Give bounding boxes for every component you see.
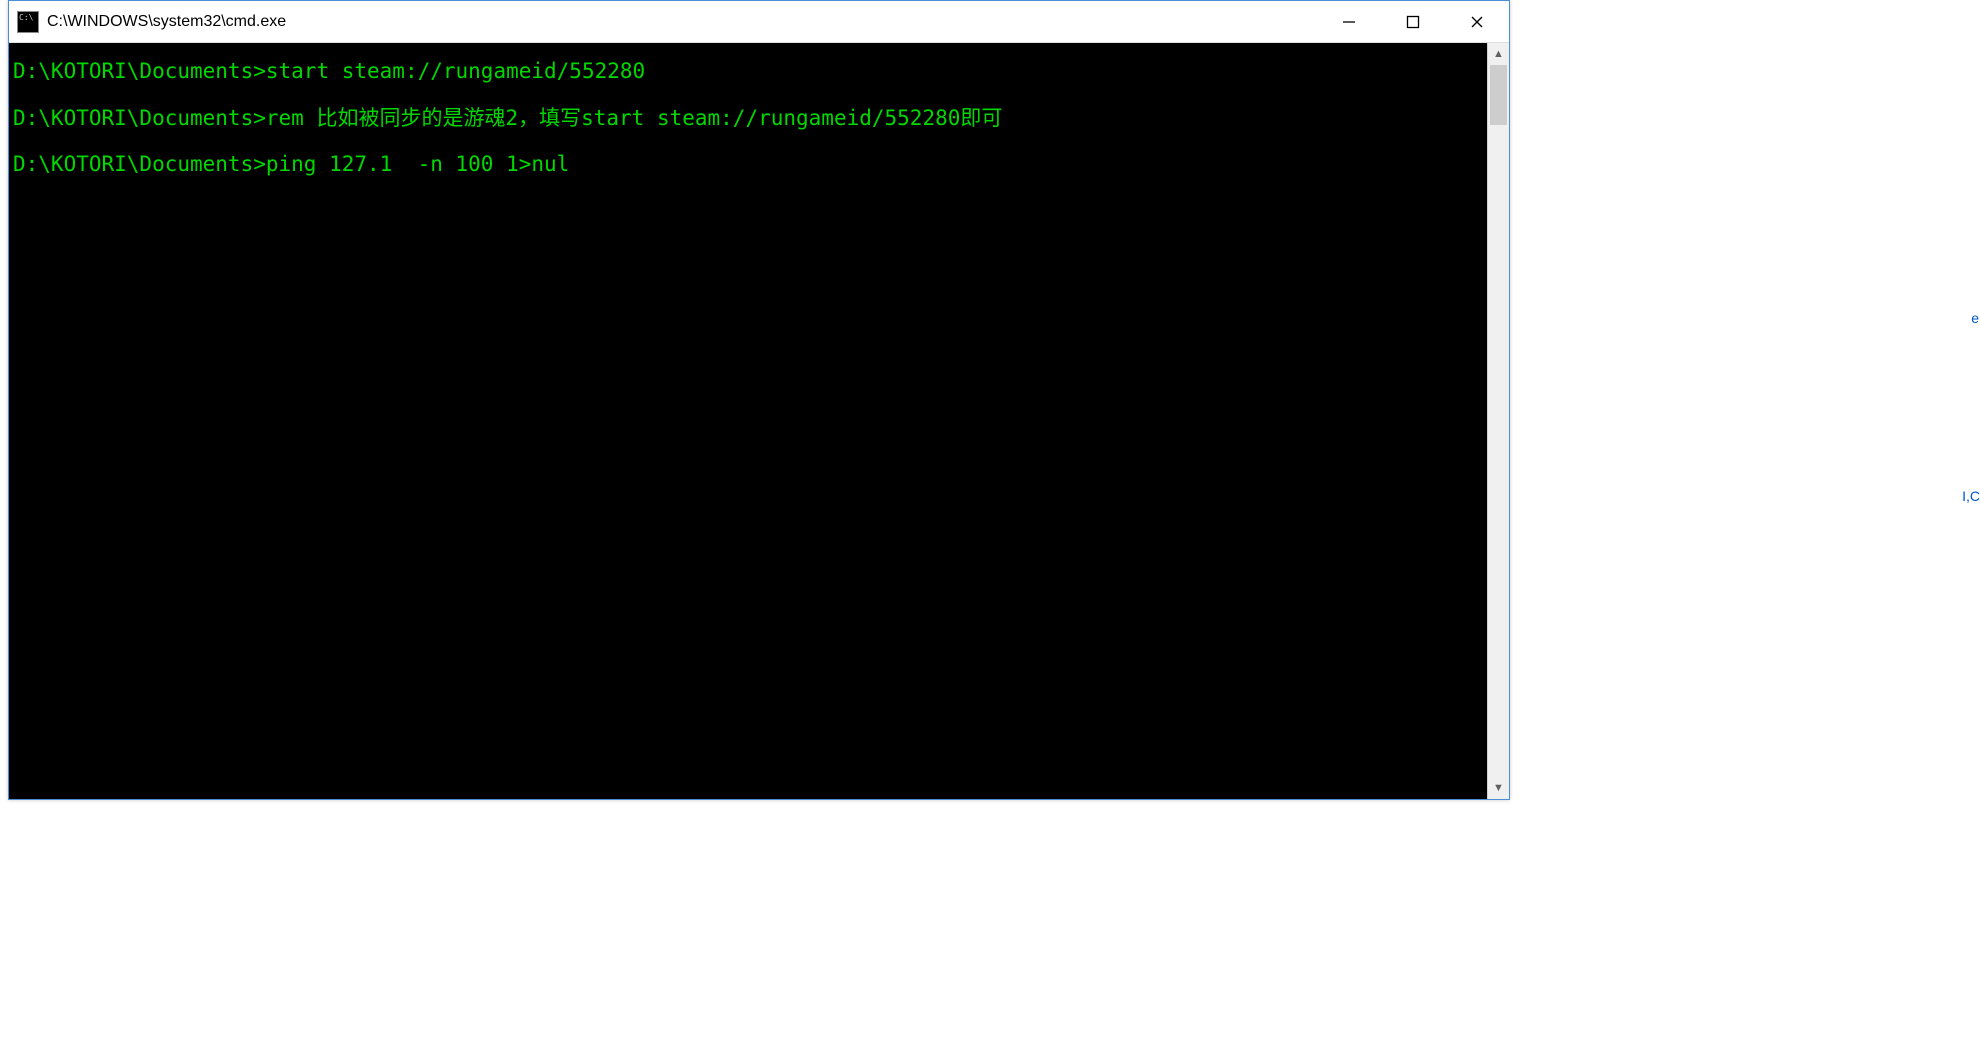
background-trace: e	[1971, 310, 1979, 326]
command-text: start steam://rungameid/552280	[266, 59, 645, 83]
titlebar-left: C:\WINDOWS\system32\cmd.exe	[9, 11, 286, 33]
vertical-scrollbar[interactable]: ▲ ▼	[1487, 43, 1509, 799]
maximize-button[interactable]	[1381, 1, 1445, 42]
close-button[interactable]	[1445, 1, 1509, 42]
command-text: rem 比如被同步的是游魂2，填写start steam://rungameid…	[266, 106, 1003, 130]
window-title: C:\WINDOWS\system32\cmd.exe	[47, 13, 286, 31]
terminal-line: D:\KOTORI\Documents>ping 127.1 -n 100 1>…	[13, 148, 1487, 181]
terminal-output[interactable]: D:\KOTORI\Documents>start steam://rungam…	[9, 43, 1487, 799]
scrollbar-track[interactable]	[1488, 65, 1509, 777]
prompt: D:\KOTORI\Documents>	[13, 152, 266, 176]
cmd-window: C:\WINDOWS\system32\cmd.exe D:\KOTORI\Do…	[8, 0, 1510, 800]
scroll-up-arrow-icon[interactable]: ▲	[1488, 43, 1509, 65]
prompt: D:\KOTORI\Documents>	[13, 59, 266, 83]
terminal-area: D:\KOTORI\Documents>start steam://rungam…	[9, 43, 1509, 799]
window-controls	[1317, 1, 1509, 42]
background-trace: I,C	[1962, 488, 1980, 504]
command-text: ping 127.1 -n 100 1>nul	[266, 152, 569, 176]
close-icon	[1470, 15, 1484, 29]
minimize-icon	[1342, 15, 1356, 29]
terminal-line: D:\KOTORI\Documents>start steam://rungam…	[13, 55, 1487, 88]
scroll-down-arrow-icon[interactable]: ▼	[1488, 777, 1509, 799]
scrollbar-thumb[interactable]	[1490, 65, 1507, 125]
maximize-icon	[1406, 15, 1420, 29]
titlebar[interactable]: C:\WINDOWS\system32\cmd.exe	[9, 1, 1509, 43]
minimize-button[interactable]	[1317, 1, 1381, 42]
terminal-line: D:\KOTORI\Documents>rem 比如被同步的是游魂2，填写sta…	[13, 102, 1487, 135]
cmd-icon	[17, 11, 39, 33]
prompt: D:\KOTORI\Documents>	[13, 106, 266, 130]
